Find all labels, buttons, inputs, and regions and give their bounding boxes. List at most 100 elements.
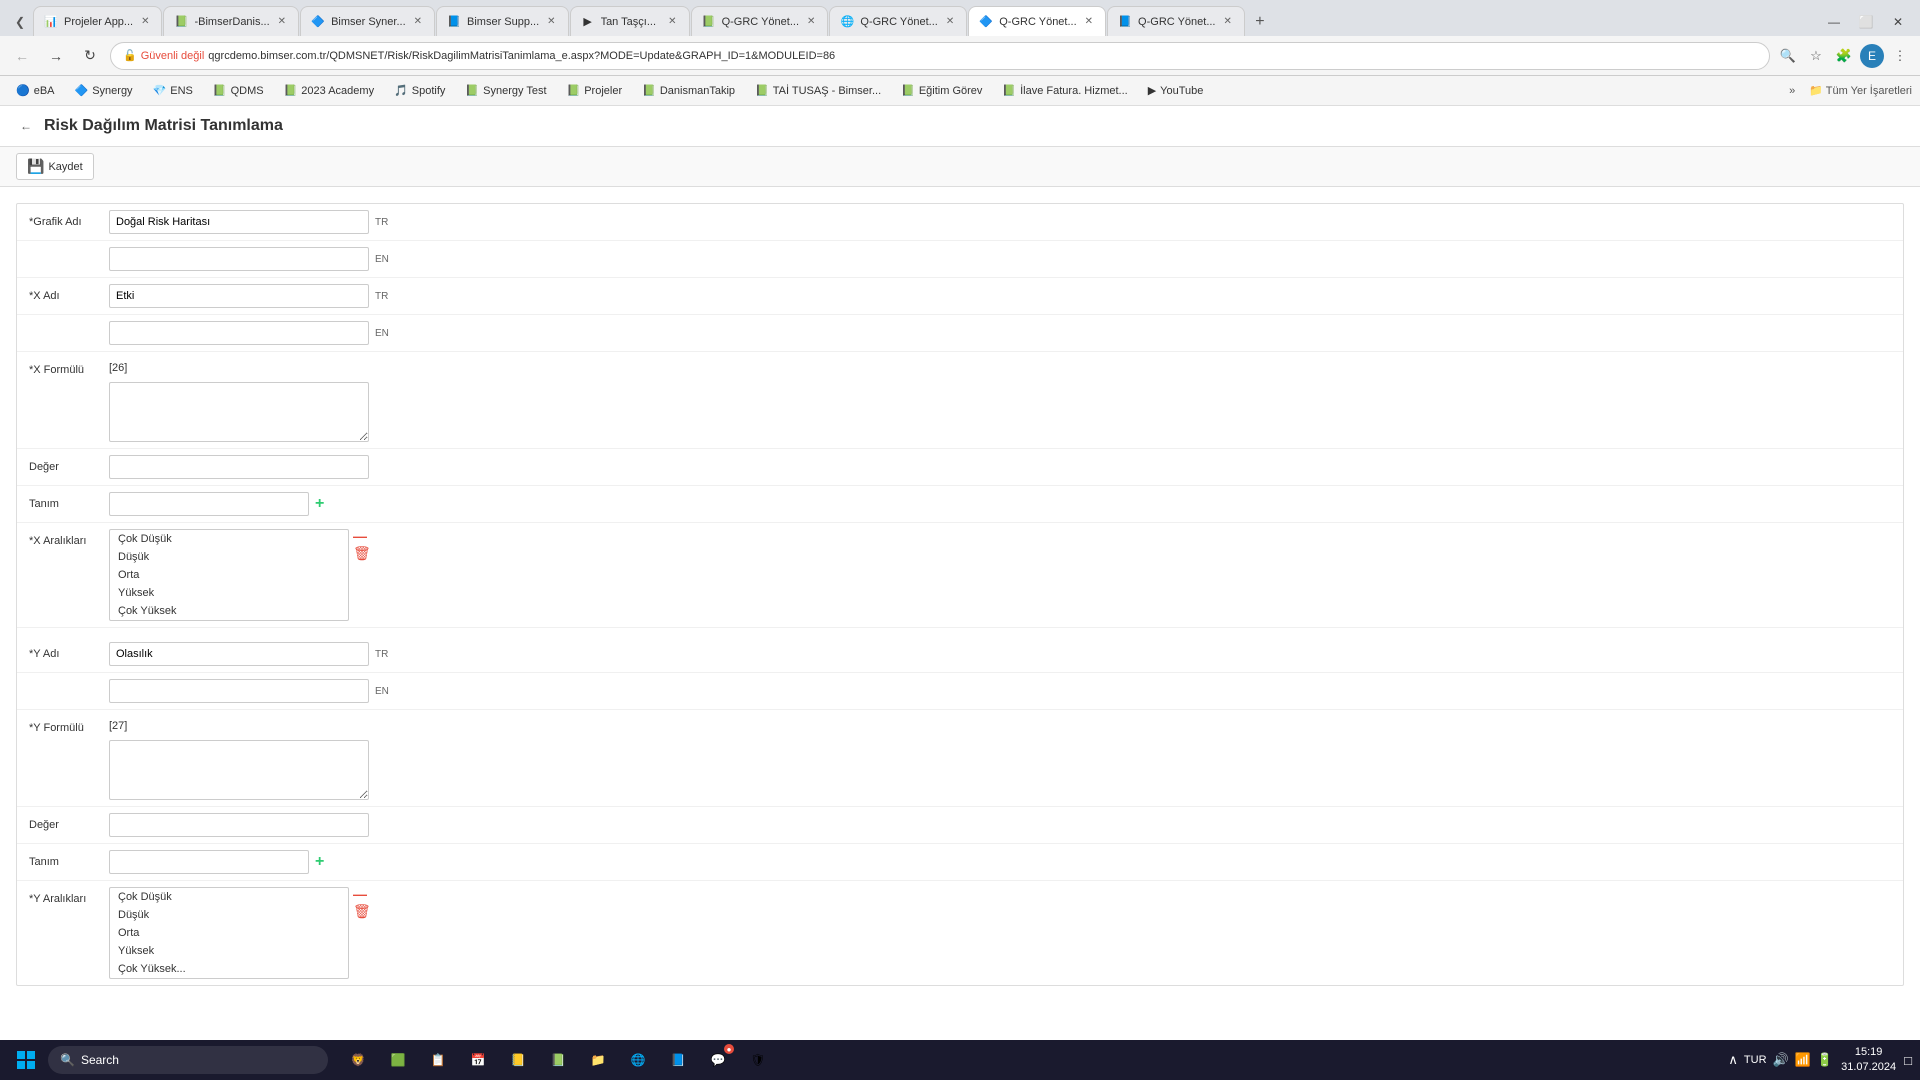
taskbar-app-excel[interactable]: 📗 bbox=[540, 1042, 576, 1078]
bookmark-label-egitim: Eğitim Görev bbox=[919, 85, 983, 97]
taskbar-app-6[interactable]: 📁 bbox=[580, 1042, 616, 1078]
tab-bimser-danis[interactable]: 📗 -BimserDanis... ✕ bbox=[163, 6, 299, 36]
tab-close-tan-tasci[interactable]: ✕ bbox=[666, 14, 678, 29]
y-list-item-orta[interactable]: Orta bbox=[110, 924, 348, 942]
form-row-grafik-adi: *Grafik Adı TR bbox=[17, 204, 1903, 241]
taskbar-clock[interactable]: 15:19 31.07.2024 bbox=[1841, 1045, 1896, 1076]
tab-scroll-left[interactable]: ❮ bbox=[8, 8, 32, 36]
refresh-button[interactable]: ↻ bbox=[76, 42, 104, 70]
y-formulu-label: *Y Formülü bbox=[29, 718, 109, 734]
x-formulu-textarea[interactable] bbox=[109, 382, 369, 442]
tab-tan-tasci[interactable]: ▶ Tan Taşçı... ✕ bbox=[570, 6, 690, 36]
y-tanim-add-button[interactable]: + bbox=[315, 853, 324, 871]
restore-button[interactable]: ⬜ bbox=[1852, 8, 1880, 36]
tab-close-bimser-synergy[interactable]: ✕ bbox=[412, 14, 424, 29]
bookmark-danisman[interactable]: 📗 DanismanTakip bbox=[634, 82, 743, 99]
bookmark-eba[interactable]: 🔵 eBA bbox=[8, 82, 63, 99]
taskbar-app-2[interactable]: 🟩 bbox=[380, 1042, 416, 1078]
y-tanim-input[interactable] bbox=[109, 850, 309, 874]
tab-bimser-supp[interactable]: 📘 Bimser Supp... ✕ bbox=[436, 6, 569, 36]
all-bookmarks-button[interactable]: 📁 Tüm Yer İşaretleri bbox=[1809, 84, 1912, 97]
grafik-adi-en-input[interactable] bbox=[109, 247, 369, 271]
taskbar-app-word[interactable]: 📘 bbox=[660, 1042, 696, 1078]
bookmark-youtube[interactable]: ▶ YouTube bbox=[1140, 82, 1212, 99]
x-adi-tr-input[interactable] bbox=[109, 284, 369, 308]
y-adi-tr-input[interactable] bbox=[109, 642, 369, 666]
list-item-cok-yuksek[interactable]: Çok Yüksek bbox=[110, 602, 348, 620]
taskbar-speaker-icon[interactable]: 🔊 bbox=[1773, 1052, 1789, 1068]
taskbar-notification-icon[interactable]: □ bbox=[1904, 1053, 1912, 1068]
taskbar-app-5[interactable]: 📒 bbox=[500, 1042, 536, 1078]
deger-input[interactable] bbox=[109, 455, 369, 479]
taskbar-battery-icon[interactable]: 🔋 bbox=[1817, 1052, 1833, 1068]
tab-close-bimser-supp[interactable]: ✕ bbox=[545, 14, 557, 29]
taskbar-app-1[interactable]: 🦁 bbox=[340, 1042, 376, 1078]
y-araliklari-minus-button[interactable]: — bbox=[353, 887, 371, 901]
list-item-yuksek[interactable]: Yüksek bbox=[110, 584, 348, 602]
y-araliklari-delete-button[interactable]: 🗑 bbox=[353, 903, 371, 920]
forward-button[interactable]: → bbox=[42, 42, 70, 70]
settings-menu-icon[interactable]: ⋮ bbox=[1888, 44, 1912, 68]
bookmark-spotify[interactable]: 🎵 Spotify bbox=[386, 82, 453, 99]
bookmark-synergy-test[interactable]: 📗 Synergy Test bbox=[457, 82, 554, 99]
taskbar-app-3[interactable]: 📋 bbox=[420, 1042, 456, 1078]
x-araliklari-delete-button[interactable]: 🗑 bbox=[353, 545, 371, 562]
taskbar-app-shield[interactable]: 🛡 bbox=[740, 1042, 776, 1078]
bookmark-star-icon[interactable]: ☆ bbox=[1804, 44, 1828, 68]
y-adi-en-input[interactable] bbox=[109, 679, 369, 703]
taskbar-app-4[interactable]: 📅 bbox=[460, 1042, 496, 1078]
y-list-item-dusuk[interactable]: Düşük bbox=[110, 906, 348, 924]
tab-projeler[interactable]: 📊 Projeler App... ✕ bbox=[33, 6, 162, 36]
x-adi-en-input[interactable] bbox=[109, 321, 369, 345]
address-input[interactable]: 🔓 Güvenli değil qgrcdemo.bimser.com.tr/Q… bbox=[110, 42, 1770, 70]
grafik-adi-tr-input[interactable] bbox=[109, 210, 369, 234]
bookmark-projeler[interactable]: 📗 Projeler bbox=[559, 82, 631, 99]
taskbar-app-chrome[interactable]: 🌐 bbox=[620, 1042, 656, 1078]
bookmark-ens[interactable]: 💎 ENS bbox=[145, 82, 201, 99]
y-formulu-textarea[interactable] bbox=[109, 740, 369, 800]
tab-close-qgrc-2[interactable]: ✕ bbox=[944, 14, 956, 29]
new-tab-button[interactable]: + bbox=[1246, 8, 1274, 36]
y-list-item-cok-dusuk[interactable]: Çok Düşük bbox=[110, 888, 348, 906]
taskbar-search-box[interactable]: 🔍 Search bbox=[48, 1046, 328, 1074]
start-button[interactable] bbox=[8, 1045, 44, 1075]
minimize-button[interactable]: — bbox=[1820, 8, 1848, 36]
bookmark-synergy[interactable]: 🔷 Synergy bbox=[67, 82, 141, 99]
y-deger-input[interactable] bbox=[109, 813, 369, 837]
page-back-button[interactable]: ← bbox=[16, 116, 36, 136]
list-item-cok-dusuk[interactable]: Çok Düşük bbox=[110, 530, 348, 548]
bookmark-2023-academy[interactable]: 📗 2023 Academy bbox=[276, 82, 382, 99]
tanim-input[interactable] bbox=[109, 492, 309, 516]
tab-close-qgrc-4[interactable]: ✕ bbox=[1221, 14, 1233, 29]
tab-close-qgrc-1[interactable]: ✕ bbox=[805, 14, 817, 29]
close-browser-button[interactable]: ✕ bbox=[1884, 8, 1912, 36]
tab-close-qgrc-3[interactable]: ✕ bbox=[1083, 14, 1095, 29]
tab-qgrc-1[interactable]: 📗 Q-GRC Yönet... ✕ bbox=[691, 6, 829, 36]
bookmark-favicon-youtube: ▶ bbox=[1148, 84, 1156, 97]
profile-icon[interactable]: E bbox=[1860, 44, 1884, 68]
back-button[interactable]: ← bbox=[8, 42, 36, 70]
bookmarks-more-button[interactable]: » bbox=[1783, 83, 1801, 99]
extensions-icon[interactable]: 🧩 bbox=[1832, 44, 1856, 68]
bookmark-qdms[interactable]: 📗 QDMS bbox=[205, 82, 272, 99]
bookmark-tai[interactable]: 📗 TAİ TUSAŞ - Bimser... bbox=[747, 82, 889, 99]
tab-bimser-synergy[interactable]: 🔷 Bimser Syner... ✕ bbox=[300, 6, 435, 36]
search-icon[interactable]: 🔍 bbox=[1776, 44, 1800, 68]
list-item-orta[interactable]: Orta bbox=[110, 566, 348, 584]
tab-qgrc-2[interactable]: 🌐 Q-GRC Yönet... ✕ bbox=[829, 6, 967, 36]
y-list-item-cok-yuksek[interactable]: Çok Yüksek... bbox=[110, 960, 348, 978]
taskbar-chevron-up-icon[interactable]: ∧ bbox=[1728, 1052, 1738, 1068]
tab-close-bimser-danis[interactable]: ✕ bbox=[276, 14, 288, 29]
tanim-add-button[interactable]: + bbox=[315, 495, 324, 513]
list-item-dusuk[interactable]: Düşük bbox=[110, 548, 348, 566]
taskbar-network-icon[interactable]: 📶 bbox=[1795, 1052, 1811, 1068]
tab-qgrc-4[interactable]: 📘 Q-GRC Yönet... ✕ bbox=[1107, 6, 1245, 36]
bookmark-ilave[interactable]: 📗 İlave Fatura. Hizmet... bbox=[994, 82, 1135, 99]
tab-close-projeler[interactable]: ✕ bbox=[139, 14, 151, 29]
save-button[interactable]: 💾 Kaydet bbox=[16, 153, 94, 180]
bookmark-egitim[interactable]: 📗 Eğitim Görev bbox=[893, 82, 990, 99]
taskbar-app-teams[interactable]: 💬 ● bbox=[700, 1042, 736, 1078]
y-list-item-yuksek[interactable]: Yüksek bbox=[110, 942, 348, 960]
x-araliklari-minus-button[interactable]: — bbox=[353, 529, 371, 543]
tab-qgrc-3-active[interactable]: 🔷 Q-GRC Yönet... ✕ bbox=[968, 6, 1106, 36]
